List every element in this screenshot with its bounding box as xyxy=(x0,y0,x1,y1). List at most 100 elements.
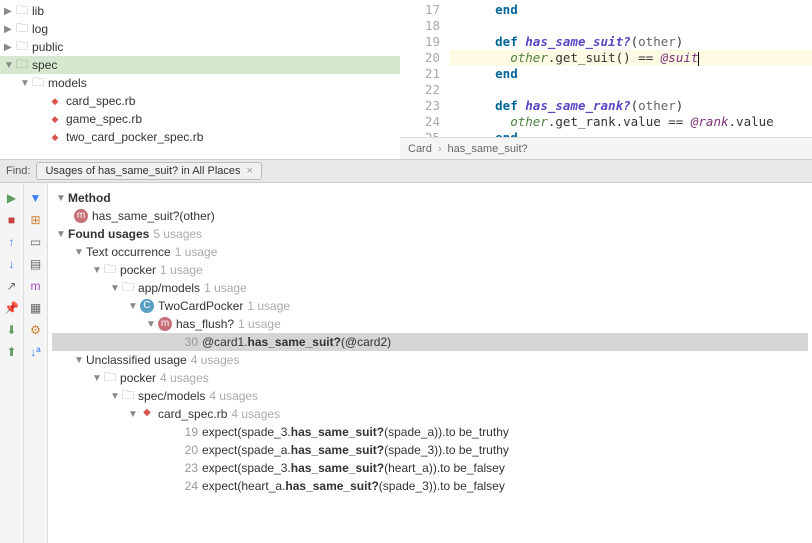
results-project-pocker[interactable]: ▼ 🗀 pocker 1 usage xyxy=(52,261,808,279)
chevron-down-icon: ▼ xyxy=(110,283,120,294)
filter-icon[interactable]: ▼ xyxy=(27,189,45,207)
tree-item-models[interactable]: ▼🗀models xyxy=(0,74,400,92)
preview-icon[interactable]: ▦ xyxy=(27,299,45,317)
tree-item-label: log xyxy=(32,22,48,36)
code-line-21[interactable]: end xyxy=(450,66,812,82)
export-icon[interactable]: ↗ xyxy=(3,277,21,295)
results-project-pocker2[interactable]: ▼ 🗀 pocker 4 usages xyxy=(52,369,808,387)
expand-icon[interactable]: ⬇ xyxy=(3,321,21,339)
tree-icon[interactable]: ▭ xyxy=(27,233,45,251)
folder-icon: 🗀 xyxy=(122,278,134,299)
result-line-23[interactable]: 23 expect(spade_3.has_same_suit?(heart_a… xyxy=(52,459,808,477)
results-text-occurrence[interactable]: ▼ Text occurrence 1 usage xyxy=(52,243,808,261)
code-lines[interactable]: end def has_same_suit?(other) other.get_… xyxy=(450,0,812,137)
find-results-tree[interactable]: ▼ Method m has_same_suit?(other) ▼ Found… xyxy=(48,183,812,543)
ruby-file-icon: ◆ xyxy=(48,130,62,144)
chevron-down-icon: ▼ xyxy=(128,409,138,420)
chevron-icon: ▼ xyxy=(20,78,30,89)
result-line-20[interactable]: 20 expect(spade_a.has_same_suit?(spade_3… xyxy=(52,441,808,459)
code-line-19[interactable]: def has_same_suit?(other) xyxy=(450,34,812,50)
flatten-icon[interactable]: ▤ xyxy=(27,255,45,273)
tree-item-lib[interactable]: ▶🗀lib xyxy=(0,2,400,20)
code-line-23[interactable]: def has_same_rank?(other) xyxy=(450,98,812,114)
results-card-spec[interactable]: ▼ ◆ card_spec.rb 4 usages xyxy=(52,405,808,423)
collapse-icon[interactable]: ⬆ xyxy=(3,343,21,361)
code-line-24[interactable]: other.get_rank.value == @rank.value xyxy=(450,114,812,130)
result-line-19[interactable]: 19 expect(spade_3.has_same_suit?(spade_a… xyxy=(52,423,808,441)
gutter-line-17: 17 xyxy=(400,2,440,18)
tree-item-log[interactable]: ▶🗀log xyxy=(0,20,400,38)
tree-item-game-spec-rb[interactable]: ◆ game_spec.rb xyxy=(0,110,400,128)
method-badge-icon: m xyxy=(74,209,88,223)
chevron-down-icon: ▼ xyxy=(56,193,66,204)
chevron-icon: ▶ xyxy=(4,24,14,35)
results-unclassified[interactable]: ▼ Unclassified usage 4 usages xyxy=(52,351,808,369)
code-line-17[interactable]: end xyxy=(450,2,812,18)
tree-item-spec[interactable]: ▼🗀spec xyxy=(0,56,400,74)
tree-item-two-card-pocker-spec-rb[interactable]: ◆two_card_pocker_spec.rb xyxy=(0,128,400,146)
tree-item-public[interactable]: ▶🗀public xyxy=(0,38,400,56)
chevron-down-icon: ▼ xyxy=(56,229,66,240)
code-line-25[interactable]: end xyxy=(450,130,812,137)
code-line-20[interactable]: other.get_suit() == @suit xyxy=(450,50,812,66)
ruby-file-icon: ◆ xyxy=(48,94,62,108)
results-app-models[interactable]: ▼ 🗀 app/models 1 usage xyxy=(52,279,808,297)
tree-item-label: game_spec.rb xyxy=(66,112,142,126)
tree-item-card-spec-rb[interactable]: ◆ card_spec.rb xyxy=(0,92,400,110)
results-method-header[interactable]: ▼ Method xyxy=(52,189,808,207)
sort-icon[interactable]: ↓ª xyxy=(27,343,45,361)
gutter-line-21: 21 xyxy=(400,66,440,82)
folder-icon: 🗀 xyxy=(104,260,116,281)
folder-icon: 🗀 xyxy=(104,368,116,389)
settings-icon[interactable]: ⚙ xyxy=(27,321,45,339)
results-method-signature[interactable]: m has_same_suit?(other) xyxy=(52,207,808,225)
code-panel: 171819202122232425 end def has_same_suit… xyxy=(400,0,812,159)
close-icon[interactable]: × xyxy=(247,165,253,177)
gutter-line-24: 24 xyxy=(400,114,440,130)
project-tree[interactable]: ▶🗀lib▶🗀log▶🗀public▼🗀spec▼🗀models◆card_sp… xyxy=(0,0,400,159)
find-tab[interactable]: Usages of has_same_suit? in All Places × xyxy=(36,162,262,180)
group-icon[interactable]: ⊞ xyxy=(27,211,45,229)
folder-icon: 🗀 xyxy=(16,55,28,76)
chevron-down-icon: ▼ xyxy=(92,373,102,384)
chevron-icon: ▶ xyxy=(4,42,14,53)
breadcrumb-item[interactable]: Card xyxy=(408,143,432,155)
find-bar: Find: Usages of has_same_suit? in All Pl… xyxy=(0,160,812,183)
chevron-icon: ▶ xyxy=(4,6,14,17)
class-badge-icon: C xyxy=(140,299,154,313)
results-spec-models[interactable]: ▼ 🗀 spec/models 4 usages xyxy=(52,387,808,405)
method-icon[interactable]: m xyxy=(27,277,45,295)
pin-icon[interactable]: 📌 xyxy=(3,299,21,317)
ruby-file-icon: ◆ xyxy=(48,112,62,126)
breadcrumbs[interactable]: Card › has_same_suit? xyxy=(400,137,812,159)
find-toolbar-left: ▶ ■ ↑ ↓ ↗ 📌 ⬇ ⬆ xyxy=(0,183,24,543)
gutter-line-23: 23 xyxy=(400,98,440,114)
tree-item-label: models xyxy=(48,76,87,90)
tree-item-label: lib xyxy=(32,4,44,18)
chevron-down-icon: ▼ xyxy=(74,355,84,366)
result-line-30[interactable]: 30 @card1.has_same_suit?(@card2) xyxy=(52,333,808,351)
rerun-icon[interactable]: ▶ xyxy=(3,189,21,207)
chevron-down-icon: ▼ xyxy=(74,247,84,258)
stop-icon[interactable]: ■ xyxy=(3,211,21,229)
chevron-icon: ▼ xyxy=(4,60,14,71)
next-icon[interactable]: ↓ xyxy=(3,255,21,273)
breadcrumb-item[interactable]: has_same_suit? xyxy=(448,143,528,155)
gutter-line-20: 20 xyxy=(400,50,440,66)
results-method-hasflush[interactable]: ▼ m has_flush? 1 usage xyxy=(52,315,808,333)
find-tab-title: Usages of has_same_suit? in All Places xyxy=(45,165,240,177)
results-class-twocardpocker[interactable]: ▼ C TwoCardPocker 1 usage xyxy=(52,297,808,315)
tree-item-label: public xyxy=(32,40,63,54)
code-line-18[interactable] xyxy=(450,18,812,34)
code-area[interactable]: 171819202122232425 end def has_same_suit… xyxy=(400,0,812,137)
code-line-22[interactable] xyxy=(450,82,812,98)
prev-icon[interactable]: ↑ xyxy=(3,233,21,251)
chevron-down-icon: ▼ xyxy=(110,391,120,402)
results-found-usages[interactable]: ▼ Found usages 5 usages xyxy=(52,225,808,243)
ruby-file-icon: ◆ xyxy=(140,407,154,421)
result-line-24[interactable]: 24 expect(heart_a.has_same_suit?(spade_3… xyxy=(52,477,808,495)
find-label: Find: xyxy=(0,165,36,177)
tree-item-label: card_spec.rb xyxy=(66,94,135,108)
gutter-line-18: 18 xyxy=(400,18,440,34)
find-toolbar-right: ▼ ⊞ ▭ ▤ m ▦ ⚙ ↓ª xyxy=(24,183,48,543)
